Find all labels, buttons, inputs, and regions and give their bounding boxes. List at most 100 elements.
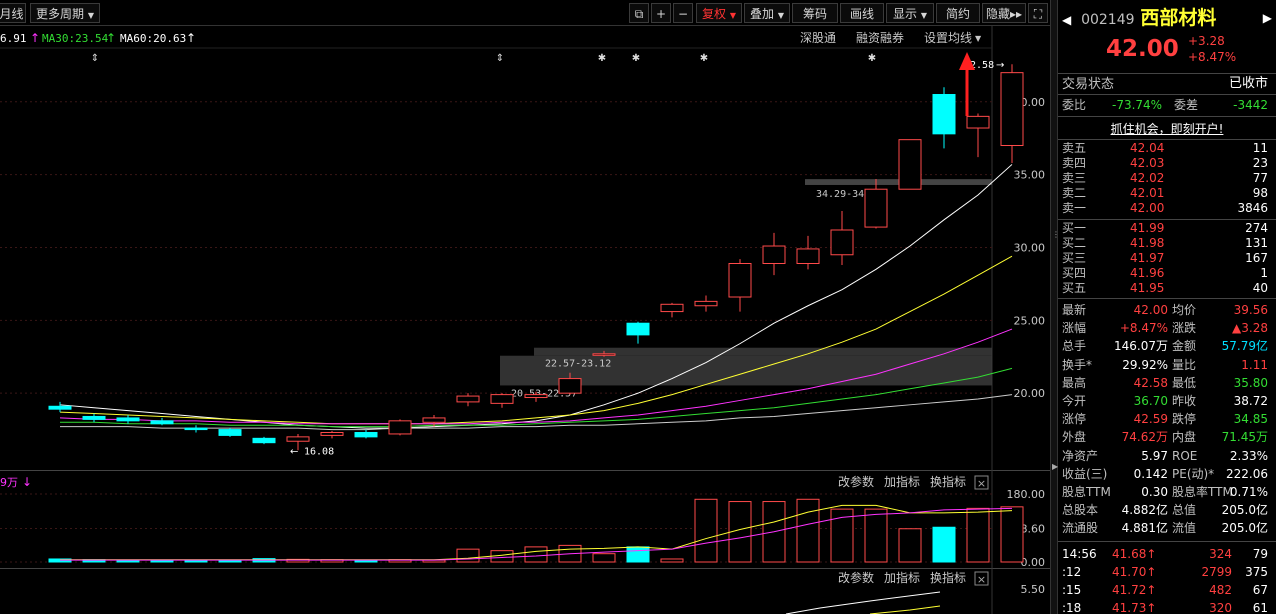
tick-row: :18 41.73↑ 320 61 (1062, 599, 1272, 614)
quote-panel: ◀ 002149 西部材料 ▶ 42.00 +3.28 +8.47% 交易状态 … (1058, 0, 1276, 614)
dropdown-arrow-icon: ▼ (975, 34, 982, 43)
candle-body (184, 427, 208, 431)
lock-icon[interactable]: ⧉ (629, 3, 649, 23)
indicator-chart[interactable]: 改参数 加指标 换指标 × 5.50 (0, 568, 1050, 614)
more-periods-dropdown[interactable]: 更多周期 ▼ (30, 3, 100, 23)
volume-chart[interactable]: 9万 ↓ 改参数 加指标 换指标 ×180.0088.600.00 (0, 470, 1050, 568)
ma60-value: MA60:20.63 (120, 32, 186, 45)
volume-bar (626, 546, 650, 563)
minus-icon[interactable]: − (673, 3, 693, 23)
indicator-button[interactable]: 加指标 (884, 570, 920, 585)
y-axis-tick-label: 35.00 (1014, 169, 1046, 182)
zone-label: 22.57-23.12 (545, 359, 611, 370)
plus-icon[interactable]: + (651, 3, 671, 23)
volume-bar (694, 498, 718, 563)
stat-label: 涨幅 (1062, 321, 1087, 336)
candle-body (286, 436, 310, 442)
event-marker-icon: ⇕ (91, 53, 99, 64)
fuquan-dropdown[interactable]: 复权 ▼ (696, 3, 742, 23)
stat-row: 换手* 29.92% 量比 1.11 (1062, 356, 1272, 374)
volume-tick-label: 180.00 (1007, 488, 1046, 501)
stat-label: 净资产 (1062, 448, 1099, 463)
indicator-button[interactable]: 换指标 (930, 570, 966, 585)
divider (1058, 73, 1276, 74)
margin-trading-link[interactable]: 融资融券 (856, 30, 904, 45)
collapse-arrow-icon[interactable]: ▶ (1052, 462, 1058, 472)
stat-label: 流通股 (1062, 521, 1099, 536)
bid-level-volume: 131 (1245, 236, 1268, 250)
candle (82, 413, 106, 423)
next-stock-icon[interactable]: ▶ (1263, 6, 1272, 30)
bid-level-row: 买一 41.99 274 (1062, 221, 1272, 236)
candle (694, 295, 718, 312)
ask-level-label: 卖三 (1062, 171, 1087, 185)
stat-row: 外盘 74.62万 内盘 71.45万 (1062, 428, 1272, 446)
candle-body (456, 395, 480, 403)
hide-button[interactable]: 隐藏▸▸ (982, 3, 1026, 23)
bid-level-volume: 274 (1245, 221, 1268, 235)
ask-level-label: 卖五 (1062, 141, 1087, 155)
candle-body (660, 303, 684, 313)
volume-bar (592, 553, 616, 563)
indicator-button[interactable]: 改参数 (838, 570, 874, 585)
up-arrow-icon: ↑ (30, 31, 40, 45)
tab-monthly[interactable]: 月线 (0, 3, 26, 23)
ma-prev-value: 6.91 (0, 32, 27, 45)
prev-stock-icon[interactable]: ◀ (1062, 13, 1071, 27)
stat-value: 222.06 (1226, 466, 1268, 481)
close-glyph-icon: × (977, 477, 986, 490)
indicator-button[interactable]: 改参数 (838, 474, 874, 489)
candle-body (830, 229, 854, 256)
candle-body (762, 245, 786, 265)
ask-level-row: 卖一 42.00 3846 (1062, 201, 1272, 216)
shenguotong-link[interactable]: 深股通 (800, 31, 836, 45)
ask-level-label: 卖二 (1062, 186, 1087, 200)
candle-body (728, 263, 752, 298)
fullscreen-icon[interactable]: ⛶ (1028, 3, 1048, 23)
simple-button[interactable]: 简约 (936, 3, 980, 23)
splitter-bar[interactable]: ⋮ ▶ (1050, 0, 1060, 614)
volume-bar (864, 508, 888, 563)
candle-body (694, 300, 718, 307)
stat-row: 最高 42.58 最低 35.80 (1062, 374, 1272, 392)
ma-settings-link[interactable]: 设置均线 (924, 31, 972, 45)
stat-label: 最新 (1062, 303, 1087, 317)
stat-value: 42.58 (1133, 375, 1168, 390)
indicator-button[interactable]: 加指标 (884, 474, 920, 489)
candle (388, 419, 412, 436)
draw-line-button[interactable]: 画线 (840, 3, 884, 23)
candle (966, 113, 990, 158)
y-axis-tick-label: 25.00 (1014, 314, 1046, 327)
bid-level-row: 买三 41.97 167 (1062, 251, 1272, 266)
chart-area[interactable]: 月线 更多周期 ▼ ⧉ + − 复权 ▼ 叠加 ▼ 筹码 画线 显示 ▼ 简约 … (0, 0, 1050, 614)
stat-label: 流值 (1172, 521, 1197, 536)
overlay-dropdown[interactable]: 叠加 ▼ (744, 3, 790, 23)
candle (728, 259, 752, 312)
double-right-icon: ▸▸ (1009, 7, 1023, 21)
tick-time: :15 (1062, 583, 1082, 597)
tick-count: 79 (1252, 547, 1268, 561)
indicator-tick-label: 5.50 (1021, 583, 1046, 596)
candle-body (558, 378, 582, 394)
chip-button[interactable]: 筹码 (792, 3, 838, 23)
candle (320, 431, 344, 439)
stat-value: 4.882亿 (1121, 503, 1168, 518)
left-arrow-icon: ← (290, 446, 298, 457)
display-dropdown[interactable]: 显示 ▼ (886, 3, 934, 23)
stat-label: 金额 (1172, 339, 1197, 354)
dropdown-arrow-icon: ▼ (777, 11, 784, 20)
indicator-button[interactable]: 换指标 (930, 474, 966, 489)
candlestick-chart[interactable]: 40.0035.0030.0025.0020.006.91 ↑ MA30:23.54… (0, 26, 1050, 470)
hide-label: 隐藏 (985, 7, 1010, 21)
stat-value: 0.30 (1141, 485, 1168, 499)
stat-row: 涨停 42.59 跌停 34.85 (1062, 410, 1272, 428)
stat-label: 涨跌 (1172, 321, 1197, 336)
overlay-label: 叠加 (750, 7, 775, 21)
weicha-label: 委差 (1174, 98, 1199, 112)
open-account-link[interactable]: 抓住机会，即刻开户! (1058, 120, 1276, 137)
tick-count: 375 (1245, 565, 1268, 579)
divider (1058, 139, 1276, 140)
ask-level-row: 卖四 42.03 23 (1062, 156, 1272, 171)
bid-level-row: 买二 41.98 131 (1062, 236, 1272, 251)
splitter-grip-icon[interactable]: ⋮ (1052, 230, 1060, 240)
